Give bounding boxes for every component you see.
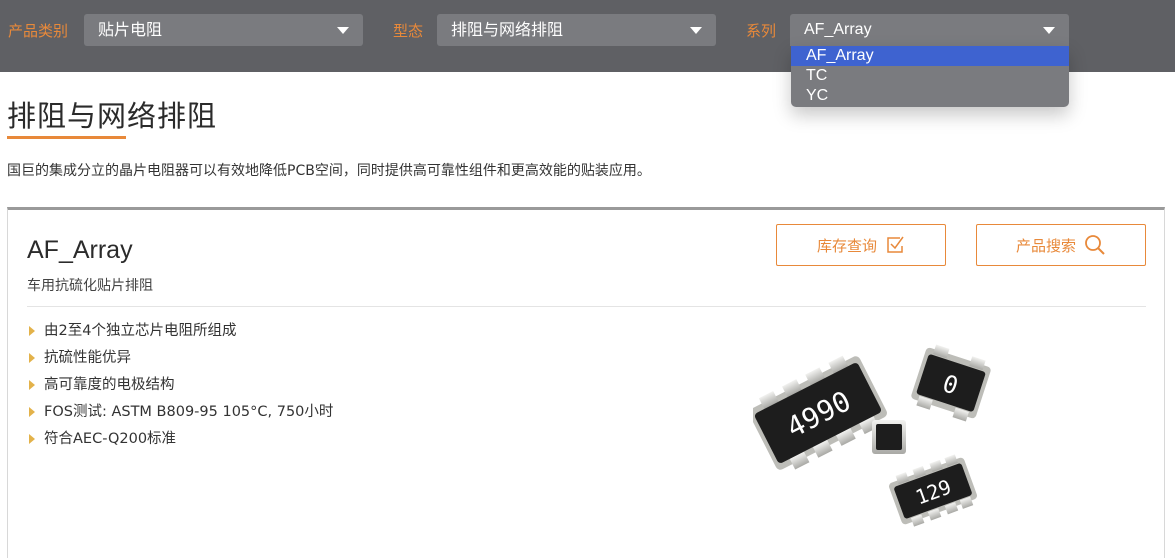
feature-text: 符合AEC-Q200标准 [44, 431, 177, 447]
type-label: 型态 [393, 22, 424, 40]
chip-array-small: 0 [911, 344, 991, 422]
feature-text: FOS测试: ASTM B809-95 105°C, 750小时 [44, 404, 334, 420]
chevron-down-icon [337, 27, 349, 34]
series-select-value: AF_Array [804, 21, 872, 38]
feature-item: 由2至4个独立芯片电阻所组成 [27, 320, 333, 347]
category-select[interactable]: 贴片电阻 [84, 14, 363, 46]
category-select-value: 贴片电阻 [98, 20, 163, 39]
page-title: 排阻与网络排阻 [7, 99, 218, 133]
feature-item: 抗硫性能优异 [27, 347, 333, 374]
series-label: 系列 [746, 22, 777, 40]
feature-text: 由2至4个独立芯片电阻所组成 [44, 323, 237, 339]
card-divider [27, 306, 1146, 307]
series-option-yc[interactable]: YC [791, 86, 1069, 106]
chip-single [872, 420, 906, 454]
series-option-af-array[interactable]: AF_Array [791, 46, 1069, 66]
bullet-triangle-icon [29, 380, 35, 390]
category-label: 产品类别 [8, 22, 69, 40]
chip-array-medium: 129 [889, 454, 977, 527]
product-image: 4990 0 129 [753, 344, 991, 527]
type-select[interactable]: 排阻与网络排阻 [437, 14, 716, 46]
series-dropdown-menu: AF_Array TC YC [791, 46, 1069, 107]
bullet-triangle-icon [29, 326, 35, 336]
chevron-down-icon [1043, 27, 1055, 34]
bullet-triangle-icon [29, 353, 35, 363]
series-option-tc[interactable]: TC [791, 66, 1069, 86]
chevron-down-icon [690, 27, 702, 34]
inventory-query-button[interactable]: 库存查询 [776, 224, 946, 266]
feature-text: 抗硫性能优异 [44, 350, 131, 366]
product-search-button[interactable]: 产品搜索 [976, 224, 1146, 266]
inventory-query-label: 库存查询 [816, 236, 877, 255]
product-subtitle: 车用抗硫化贴片排阻 [27, 278, 153, 294]
bullet-triangle-icon [29, 434, 35, 444]
chip-array-large: 4990 [753, 355, 887, 470]
feature-list: 由2至4个独立芯片电阻所组成 抗硫性能优异 高可靠度的电极结构 FOS测试: A… [27, 320, 333, 455]
series-select[interactable]: AF_Array [790, 14, 1069, 46]
bullet-triangle-icon [29, 407, 35, 417]
feature-item: 符合AEC-Q200标准 [27, 428, 333, 455]
page-description: 国巨的集成分立的晶片电阻器可以有效地降低PCB空间，同时提供高可靠性组件和更高效… [7, 163, 651, 179]
product-search-label: 产品搜索 [1015, 236, 1076, 255]
feature-text: 高可靠度的电极结构 [44, 377, 175, 393]
feature-item: FOS测试: ASTM B809-95 105°C, 750小时 [27, 401, 333, 428]
checkbox-check-icon [885, 235, 905, 255]
search-icon [1084, 234, 1106, 256]
title-underline [7, 136, 126, 139]
feature-item: 高可靠度的电极结构 [27, 374, 333, 401]
product-name: AF_Array [27, 236, 133, 264]
product-card: AF_Array 车用抗硫化贴片排阻 库存查询 产品搜索 由2至4个独立芯片电阻… [7, 207, 1165, 558]
type-select-value: 排阻与网络排阻 [451, 20, 564, 39]
